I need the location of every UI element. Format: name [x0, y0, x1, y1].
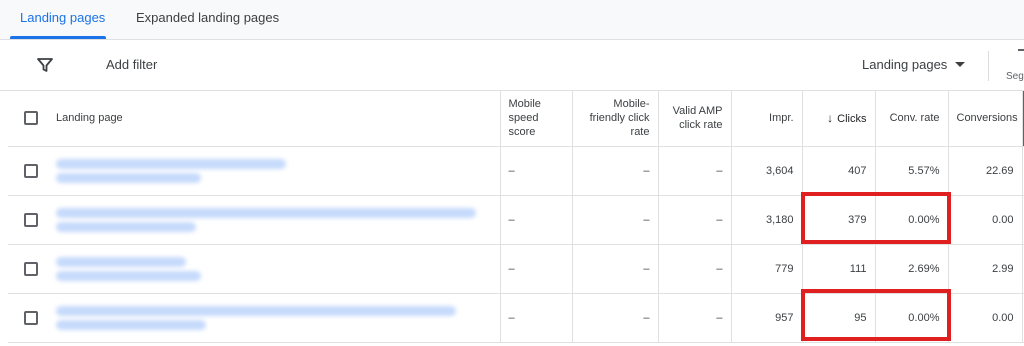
impr-cell: 779	[731, 244, 803, 294]
clicks-cell: 407	[802, 146, 876, 196]
filter-icon[interactable]	[36, 56, 54, 74]
arrow-down-icon: ↓	[827, 110, 834, 125]
landing-page-link[interactable]	[48, 244, 501, 294]
conv-rate-cell: 0.00%	[875, 293, 949, 343]
conversions-cell: 0.00	[948, 293, 1023, 343]
impr-cell: 957	[731, 293, 803, 343]
blurred-url	[56, 270, 201, 281]
view-dropdown[interactable]: Landing pages	[862, 57, 947, 72]
segment-button[interactable]: Seg	[1006, 71, 1024, 82]
mobile-speed-cell: –	[500, 293, 573, 343]
blurred-url	[56, 158, 286, 169]
col-header-clicks-label: Clicks	[837, 112, 867, 125]
row-checkbox[interactable]	[24, 163, 38, 178]
table-row: – – – 3,604 407 5.57% 22.69	[8, 146, 1024, 196]
row-select-cell	[8, 244, 48, 294]
col-header-conversions[interactable]: Conversions	[948, 91, 1023, 147]
table-row: – – – 957 95 0.00% 0.00	[8, 293, 1024, 343]
conversions-cell: 0.00	[948, 195, 1023, 245]
row-select-cell	[8, 195, 48, 245]
toolbar-divider	[988, 51, 989, 81]
valid-amp-cell: –	[658, 244, 732, 294]
valid-amp-cell: –	[658, 293, 732, 343]
active-tab-indicator	[10, 36, 106, 39]
mobile-friendly-cell: –	[572, 146, 659, 196]
row-checkbox[interactable]	[24, 212, 38, 227]
mobile-speed-cell: –	[500, 195, 573, 245]
col-header-valid-amp[interactable]: Valid AMP click rate	[658, 91, 732, 147]
col-header-mobile-friendly[interactable]: Mobile-friendly click rate	[572, 91, 659, 147]
table-toolbar: Add filter Landing pages Seg	[0, 41, 1024, 91]
chevron-down-icon[interactable]	[955, 62, 965, 67]
valid-amp-cell: –	[658, 146, 732, 196]
landing-page-link[interactable]	[48, 195, 501, 245]
clicks-cell: 379	[802, 195, 876, 245]
segment-icon[interactable]	[1018, 49, 1024, 51]
mobile-friendly-cell: –	[572, 195, 659, 245]
mobile-speed-cell: –	[500, 244, 573, 294]
blurred-url	[56, 221, 196, 232]
table-row: – – – 779 111 2.69% 2.99	[8, 244, 1024, 294]
conv-rate-cell: 2.69%	[875, 244, 949, 294]
blurred-url	[56, 256, 186, 267]
col-header-landing-page[interactable]: Landing page	[48, 91, 501, 147]
col-header-mobile-speed[interactable]: Mobile speed score	[500, 91, 573, 147]
landing-pages-table: Landing page Mobile speed score Mobile-f…	[8, 91, 1024, 343]
impr-cell: 3,604	[731, 146, 803, 196]
conversions-cell: 2.99	[948, 244, 1023, 294]
clicks-cell: 111	[802, 244, 876, 294]
row-checkbox[interactable]	[24, 261, 38, 276]
conversions-cell: 22.69	[948, 146, 1023, 196]
tab-expanded-landing-pages[interactable]: Expanded landing pages	[136, 0, 279, 40]
col-header-impr[interactable]: Impr.	[731, 91, 803, 147]
row-checkbox[interactable]	[24, 310, 38, 325]
mobile-friendly-cell: –	[572, 293, 659, 343]
landing-page-link[interactable]	[48, 146, 501, 196]
blurred-url	[56, 207, 476, 218]
clicks-cell: 95	[802, 293, 876, 343]
blurred-url	[56, 172, 201, 183]
select-all-checkbox[interactable]	[24, 111, 38, 126]
col-header-conv-rate[interactable]: Conv. rate	[875, 91, 949, 147]
table-header-row: Landing page Mobile speed score Mobile-f…	[8, 91, 1024, 147]
row-select-cell	[8, 293, 48, 343]
select-all-cell	[8, 91, 48, 147]
table-row: – – – 3,180 379 0.00% 0.00	[8, 195, 1024, 245]
add-filter-button[interactable]: Add filter	[106, 57, 157, 72]
row-select-cell	[8, 146, 48, 196]
conv-rate-cell: 5.57%	[875, 146, 949, 196]
col-header-clicks[interactable]: ↓ Clicks	[802, 91, 876, 147]
landing-page-link[interactable]	[48, 293, 501, 343]
blurred-url	[56, 319, 206, 330]
impr-cell: 3,180	[731, 195, 803, 245]
valid-amp-cell: –	[658, 195, 732, 245]
mobile-speed-cell: –	[500, 146, 573, 196]
mobile-friendly-cell: –	[572, 244, 659, 294]
tab-landing-pages[interactable]: Landing pages	[20, 0, 105, 40]
blurred-url	[56, 305, 456, 316]
tab-bar: Landing pages Expanded landing pages	[0, 0, 1024, 40]
conv-rate-cell: 0.00%	[875, 195, 949, 245]
